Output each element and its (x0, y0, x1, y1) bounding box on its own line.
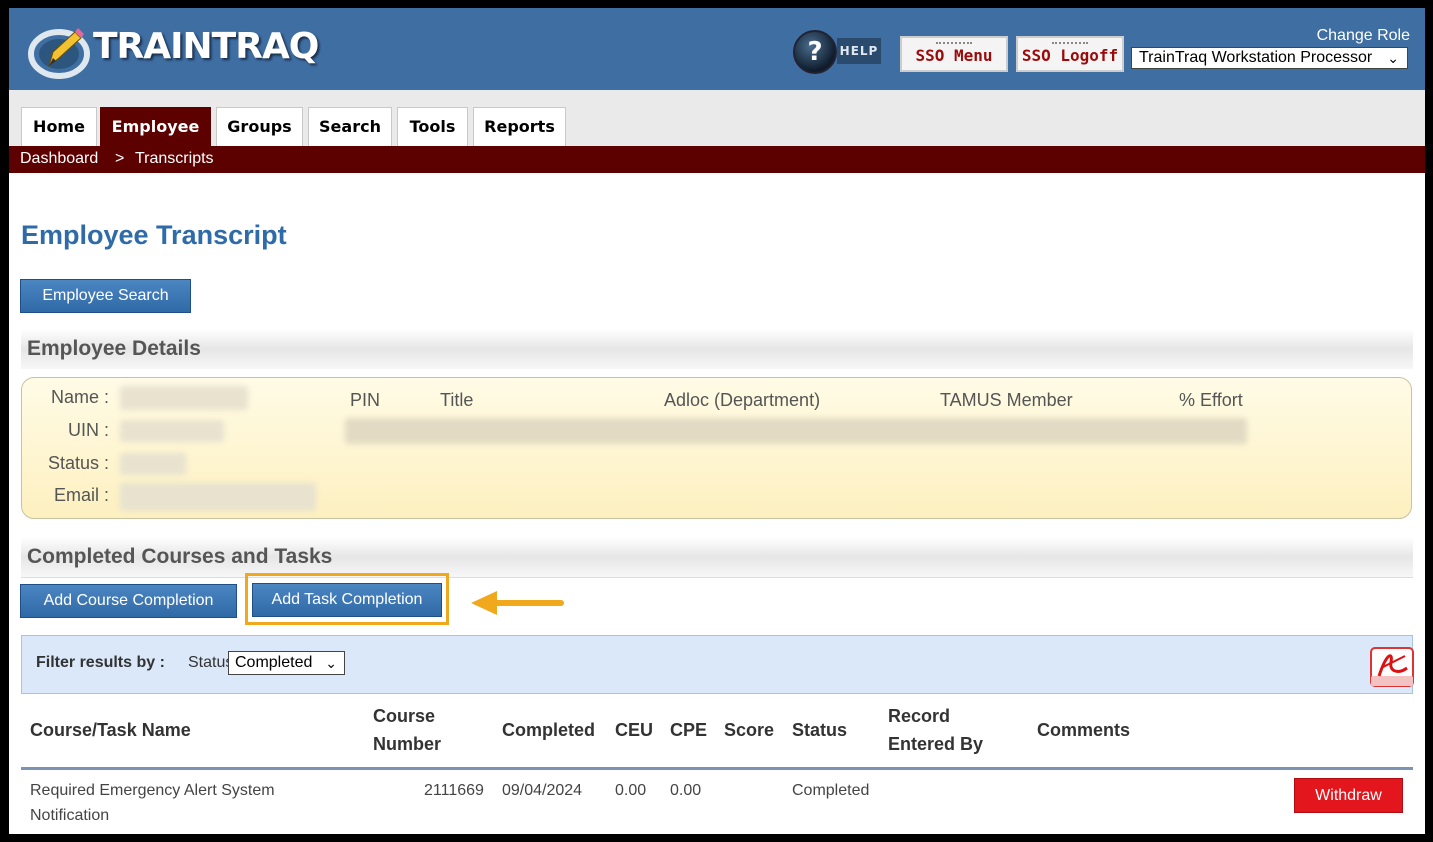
uin-label: UIN : (67, 420, 109, 440)
row-status: Completed (792, 782, 870, 799)
employee-details-panel: Name : UIN : Status : Email : PIN Title … (21, 377, 1412, 519)
employee-details-heading: Employee Details (21, 329, 1413, 369)
main-nav: Home Employee Groups Search Tools Report… (9, 90, 1425, 147)
tab-home[interactable]: Home (21, 107, 97, 147)
app-window: TRAINTRAQ ? HELP SSO Menu SSO Logoff Cha… (9, 8, 1425, 834)
traintraq-logo[interactable]: TRAINTRAQ (25, 20, 345, 80)
help-button[interactable]: ? HELP (791, 28, 883, 78)
pdf-icon[interactable] (1369, 646, 1415, 688)
col-course-number-line1: Course (373, 706, 436, 726)
row-name-line1: Required Emergency Alert System (30, 782, 275, 799)
redacted-name (120, 386, 248, 410)
redacted-uin (120, 420, 224, 442)
chevron-down-icon: ⌄ (1387, 50, 1399, 66)
status-label: Status : (47, 453, 109, 473)
redacted-assignment-row (345, 418, 1247, 444)
employee-search-button[interactable]: Employee Search (20, 279, 191, 313)
email-label: Email : (53, 485, 109, 505)
chevron-down-icon: ⌄ (325, 655, 337, 671)
redacted-email (120, 483, 316, 511)
row-name-line2: Notification (30, 807, 110, 824)
col-course-task-name: Course/Task Name (30, 720, 191, 740)
breadcrumb-dashboard[interactable]: Dashboard (20, 146, 98, 172)
row-ceu: 0.00 (615, 782, 647, 799)
redacted-status (120, 453, 186, 475)
col-record-entered-line2: Entered By (888, 734, 984, 754)
section-divider (21, 577, 1413, 578)
change-role-label: Change Role (1316, 27, 1410, 44)
add-task-completion-button[interactable]: Add Task Completion (252, 583, 442, 617)
title-header: Title (440, 390, 474, 410)
col-score: Score (724, 720, 775, 740)
tab-reports[interactable]: Reports (473, 107, 566, 147)
effort-header: % Effort (1179, 390, 1243, 410)
col-ceu: CEU (615, 720, 654, 740)
pin-header: PIN (350, 390, 381, 410)
tab-search[interactable]: Search (308, 107, 392, 147)
status-filter-value: Completed (235, 654, 313, 671)
breadcrumb: Dashboard > Transcripts (9, 146, 1425, 173)
row-completed-date: 09/04/2024 (502, 782, 583, 799)
status-filter-select[interactable]: Completed ⌄ (228, 651, 345, 675)
arrow-left-icon (471, 591, 564, 615)
filter-label: Filter results by : (36, 654, 165, 671)
withdraw-button[interactable]: Withdraw (1294, 778, 1403, 813)
name-label: Name : (50, 387, 109, 407)
sso-logoff-button[interactable]: SSO Logoff (1016, 36, 1124, 72)
row-course-number: 2111669 (424, 782, 484, 799)
completed-courses-heading: Completed Courses and Tasks (21, 537, 1413, 577)
col-course-number-line2: Number (373, 734, 442, 754)
breadcrumb-transcripts: Transcripts (135, 150, 214, 167)
help-icon: ? (793, 30, 837, 74)
filter-bar: Filter results by : Status Completed ⌄ (21, 635, 1415, 694)
row-cpe: 0.00 (670, 782, 702, 799)
col-status: Status (792, 720, 848, 740)
filter-status-label: Status (188, 654, 234, 671)
add-course-completion-button[interactable]: Add Course Completion (20, 584, 237, 618)
breadcrumb-separator: > (115, 150, 125, 167)
tamus-member-header: TAMUS Member (940, 390, 1073, 410)
page-title: Employee Transcript (21, 220, 287, 250)
adloc-header: Adloc (Department) (664, 390, 821, 410)
role-select-value: TrainTraq Workstation Processor (1139, 49, 1373, 66)
sso-menu-button[interactable]: SSO Menu (900, 36, 1008, 72)
col-record-entered-line1: Record (888, 706, 951, 726)
role-select[interactable]: TrainTraq Workstation Processor ⌄ (1131, 47, 1408, 69)
help-label: HELP (837, 38, 881, 64)
col-completed: Completed (502, 720, 596, 740)
tab-groups[interactable]: Groups (216, 107, 303, 147)
tab-employee[interactable]: Employee (100, 107, 211, 147)
col-cpe: CPE (670, 720, 708, 740)
table-header-rule (21, 767, 1413, 770)
app-header: TRAINTRAQ ? HELP SSO Menu SSO Logoff Cha… (9, 8, 1425, 90)
col-comments: Comments (1037, 720, 1131, 740)
logo-text: TRAINTRAQ (93, 26, 319, 67)
tab-tools[interactable]: Tools (397, 107, 468, 147)
